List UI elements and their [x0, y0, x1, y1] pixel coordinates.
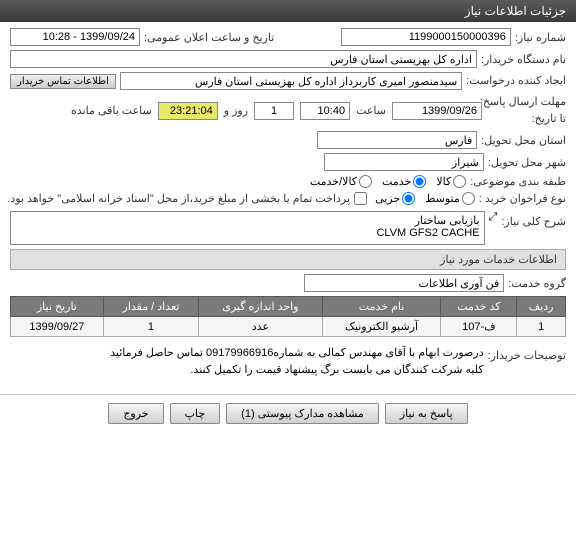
th-row: ردیف: [517, 297, 566, 317]
table-row[interactable]: 1 ف-107 آرشیو الکترونیک عدد 1 1399/09/27: [11, 317, 566, 337]
org-value: اداره کل بهزیستی استان فارس: [10, 50, 477, 68]
th-name: نام خدمت: [322, 297, 441, 317]
creator-value: سیدمنصور امیری کاربرداز اداره کل بهزیستی…: [120, 72, 462, 90]
purchase-type-group: متوسط جزیی: [375, 192, 475, 205]
creator-label: ایجاد کننده درخواست:: [466, 73, 566, 90]
th-date: تاریخ نیاز: [11, 297, 104, 317]
deadline-label: مهلت ارسال پاسخ: تا تاریخ:: [488, 94, 566, 127]
description-label: شرح کلی نیاز:: [501, 211, 566, 228]
radio-medium[interactable]: [462, 192, 475, 205]
need-number-label: شماره نیاز:: [515, 31, 566, 44]
category-option-khedmat[interactable]: خدمت: [382, 175, 426, 188]
th-qty: تعداد / مقدار: [103, 297, 198, 317]
expand-icon[interactable]: ⤢: [489, 211, 498, 224]
cell-name: آرشیو الکترونیک: [322, 317, 441, 337]
cell-row: 1: [517, 317, 566, 337]
treasury-note: پرداخت تمام یا بخشی از مبلغ خرید،از محل …: [7, 192, 350, 205]
form-area: شماره نیاز: 1199000150000396 تاریخ و ساع…: [0, 22, 576, 388]
purchase-option-medium[interactable]: متوسط: [425, 192, 475, 205]
cell-code: ف-107: [441, 317, 517, 337]
category-label: طبقه بندی موضوعی:: [470, 175, 566, 188]
purchase-type-label: نوع فراخوان خرید :: [479, 192, 566, 205]
category-option-kala[interactable]: کالا: [436, 175, 466, 188]
buyer-contact-button[interactable]: اطلاعات تماس خریدار: [10, 74, 116, 89]
th-code: کد خدمت: [441, 297, 517, 317]
announce-label: تاریخ و ساعت اعلان عمومی:: [144, 31, 274, 44]
city-label: شهر محل تحویل:: [488, 156, 566, 169]
announce-value: 1399/09/24 - 10:28: [10, 28, 140, 46]
service-group-value: فن آوری اطلاعات: [304, 274, 504, 292]
footer-buttons: پاسخ به نیاز مشاهده مدارک پیوستی (1) چاپ…: [0, 394, 576, 432]
buyer-notes-label: توضیحات خریدار:: [488, 345, 566, 362]
cell-qty: 1: [103, 317, 198, 337]
purchase-option-small[interactable]: جزیی: [375, 192, 415, 205]
services-table: ردیف کد خدمت نام خدمت واحد اندازه گیری ت…: [10, 296, 566, 337]
deadline-day-label: روز و: [224, 104, 248, 117]
section-services-header: اطلاعات خدمات مورد نیاز: [10, 249, 566, 270]
treasury-checkbox[interactable]: [354, 192, 367, 205]
org-label: نام دستگاه خریدار:: [481, 53, 566, 66]
city-value: شیراز: [324, 153, 484, 171]
deadline-days: 1: [254, 102, 294, 120]
need-number-value: 1199000150000396: [341, 28, 511, 46]
category-option-both[interactable]: کالا/خدمت: [310, 175, 372, 188]
cell-date: 1399/09/27: [11, 317, 104, 337]
attachments-button[interactable]: مشاهده مدارک پیوستی (1): [226, 403, 379, 424]
province-label: استان محل تحویل:: [481, 134, 566, 147]
print-button[interactable]: چاپ: [170, 403, 221, 424]
table-header-row: ردیف کد خدمت نام خدمت واحد اندازه گیری ت…: [11, 297, 566, 317]
radio-khedmat[interactable]: [413, 175, 426, 188]
category-radio-group: کالا خدمت کالا/خدمت: [310, 175, 466, 188]
radio-kala[interactable]: [453, 175, 466, 188]
radio-both[interactable]: [359, 175, 372, 188]
th-unit: واحد اندازه گیری: [199, 297, 323, 317]
deadline-time: 10:40: [300, 102, 350, 120]
reply-button[interactable]: پاسخ به نیاز: [385, 403, 468, 424]
deadline-time-label: ساعت: [356, 104, 386, 117]
deadline-remain-label: ساعت باقی مانده: [71, 104, 152, 117]
province-value: فارس: [317, 131, 477, 149]
buyer-notes-text: درصورت ابهام با آقای مهندس کمالی به شمار…: [10, 345, 484, 378]
service-group-label: گروه خدمت:: [508, 277, 566, 290]
deadline-countdown: 23:21:04: [158, 102, 218, 120]
description-textarea[interactable]: بازیابی ساختار CLVM GFS2 CACHE: [10, 211, 485, 245]
deadline-date: 1399/09/26: [392, 102, 482, 120]
radio-small[interactable]: [402, 192, 415, 205]
cell-unit: عدد: [199, 317, 323, 337]
window-title: جزئیات اطلاعات نیاز: [465, 4, 566, 18]
exit-button[interactable]: خروج: [108, 403, 163, 424]
window-title-bar: جزئیات اطلاعات نیاز: [0, 0, 576, 22]
